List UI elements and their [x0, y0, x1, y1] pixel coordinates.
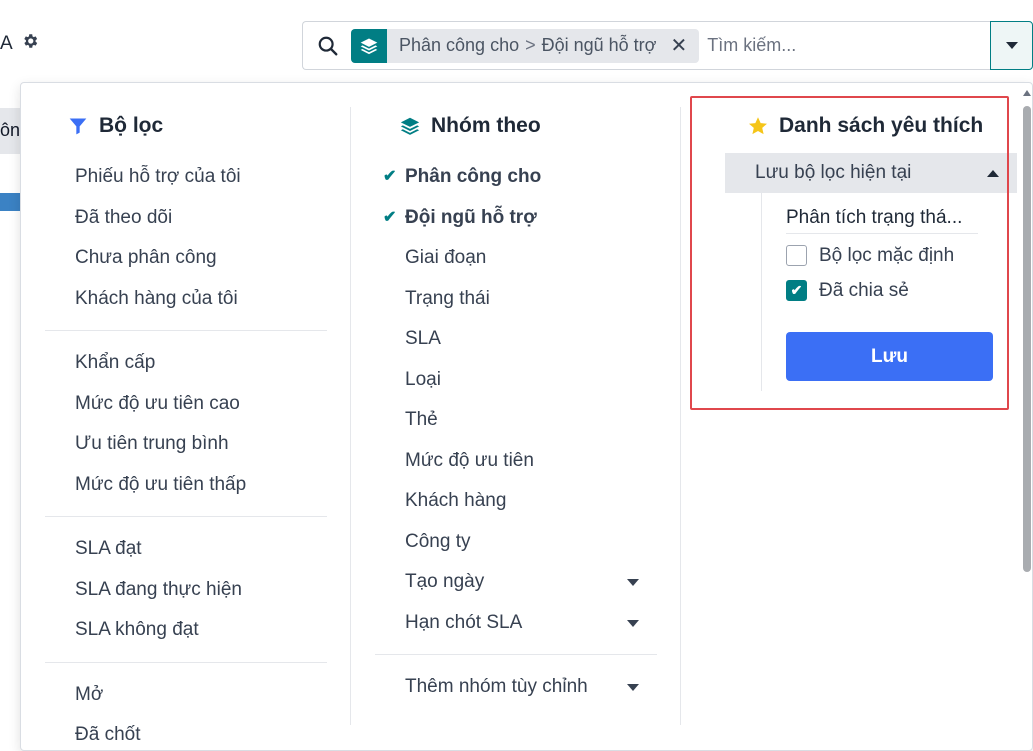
groupby-item[interactable]: Mức độ ưu tiên	[375, 441, 657, 482]
groupby-item-create-date[interactable]: Tạo ngày	[375, 562, 657, 603]
groupby-item[interactable]: Khách hàng	[375, 481, 657, 522]
groupby-item-assigned[interactable]: ✔ Phân công cho	[375, 157, 657, 198]
favorites-title: Danh sách yêu thích	[705, 107, 997, 145]
filter-item[interactable]: SLA đang thực hiện	[45, 570, 327, 611]
close-icon[interactable]: ✕	[666, 33, 699, 58]
groupby-item[interactable]: Giai đoạn	[375, 238, 657, 279]
divider	[45, 330, 327, 331]
gear-icon[interactable]	[21, 32, 39, 56]
filter-item[interactable]: Mức độ ưu tiên thấp	[45, 465, 327, 506]
search-facet: Phân công cho > Đội ngũ hỗ trợ ✕	[351, 28, 700, 63]
check-icon: ✔	[383, 168, 397, 185]
groupby-item-sla-deadline[interactable]: Hạn chót SLA	[375, 603, 657, 644]
check-icon: ✔	[383, 208, 397, 226]
chevron-up-icon	[987, 170, 999, 177]
chevron-down-icon	[627, 579, 639, 586]
chevron-down-icon	[1005, 42, 1018, 49]
chevron-down-icon	[627, 619, 639, 627]
filter-item[interactable]: SLA đạt	[45, 529, 327, 570]
filter-item[interactable]: Đã theo dõi	[45, 198, 327, 239]
column-divider	[350, 107, 351, 725]
star-icon	[747, 115, 769, 137]
groupby-item[interactable]: Thẻ	[375, 400, 657, 441]
save-button[interactable]: Lưu	[786, 332, 993, 381]
scroll-thumb[interactable]	[1023, 106, 1031, 572]
column-divider	[680, 107, 681, 725]
filter-item[interactable]: Chưa phân công	[45, 238, 327, 279]
toggle-search-panel-button[interactable]	[990, 21, 1033, 70]
filter-item[interactable]: Phiếu hỗ trợ của tôi	[45, 157, 327, 198]
filter-item[interactable]: Khách hàng của tôi	[45, 279, 327, 320]
divider	[45, 661, 327, 663]
default-filter-checkbox[interactable]	[786, 245, 807, 266]
save-current-search-toggle[interactable]: Lưu bộ lọc hiện tại	[725, 153, 1017, 193]
groupby-item[interactable]: SLA	[375, 319, 657, 360]
filters-title: Bộ lọc	[45, 107, 327, 145]
scroll-up-icon[interactable]	[1023, 90, 1031, 96]
filter-icon	[67, 115, 89, 137]
shared-checkbox[interactable]: ✔	[786, 280, 807, 301]
groupby-item[interactable]: Loại	[375, 360, 657, 401]
default-filter-option[interactable]: Bộ lọc mặc định	[786, 238, 1017, 273]
page-title-fragment[interactable]: A	[0, 33, 13, 55]
background-text: ông	[0, 120, 20, 140]
favorite-name-input[interactable]: Phân tích trạng thá...	[786, 207, 978, 234]
add-custom-group-select[interactable]: Thêm nhóm tùy chỉnh	[375, 667, 657, 708]
chevron-down-icon	[627, 684, 639, 691]
divider	[375, 654, 657, 655]
breadcrumb: A	[0, 32, 39, 56]
background-bar	[0, 193, 20, 211]
filter-item[interactable]: Mức độ ưu tiên cao	[45, 384, 327, 425]
filter-item[interactable]: Ưu tiên trung bình	[45, 424, 327, 465]
groupby-item-team[interactable]: ✔ Đội ngũ hỗ trợ	[375, 198, 657, 239]
facet-label: Phân công cho > Đội ngũ hỗ trợ	[399, 35, 657, 55]
filter-item[interactable]: Đã chốt	[45, 715, 327, 751]
scrollbar[interactable]	[1021, 90, 1033, 751]
shared-option[interactable]: ✔ Đã chia sẻ	[786, 273, 1017, 308]
filters-column: Bộ lọc Phiếu hỗ trợ của tôi Đã theo dõi …	[45, 107, 327, 751]
layers-icon	[351, 28, 387, 63]
layers-icon	[399, 115, 421, 137]
search-icon[interactable]	[317, 35, 339, 57]
groupby-column: Nhóm theo ✔ Phân công cho ✔ Đội ngũ hỗ trợ…	[375, 107, 657, 708]
groupby-item[interactable]: Công ty	[375, 522, 657, 563]
search-panel-dropdown: Bộ lọc Phiếu hỗ trợ của tôi Đã theo dõi …	[20, 82, 1033, 751]
filter-item[interactable]: SLA không đạt	[45, 610, 327, 651]
search-bar: Phân công cho > Đội ngũ hỗ trợ ✕	[302, 21, 990, 70]
groupby-title: Nhóm theo	[375, 107, 657, 145]
search-input[interactable]	[707, 35, 948, 56]
filter-item[interactable]: Mở	[45, 675, 327, 716]
groupby-item[interactable]: Trạng thái	[375, 279, 657, 320]
filter-item[interactable]: Khẩn cấp	[45, 343, 327, 384]
save-favorite-form: Phân tích trạng thá... Bộ lọc mặc định ✔…	[761, 193, 1017, 391]
favorites-column: Danh sách yêu thích Lưu bộ lọc hiện tại …	[705, 107, 1017, 391]
divider	[45, 516, 327, 517]
